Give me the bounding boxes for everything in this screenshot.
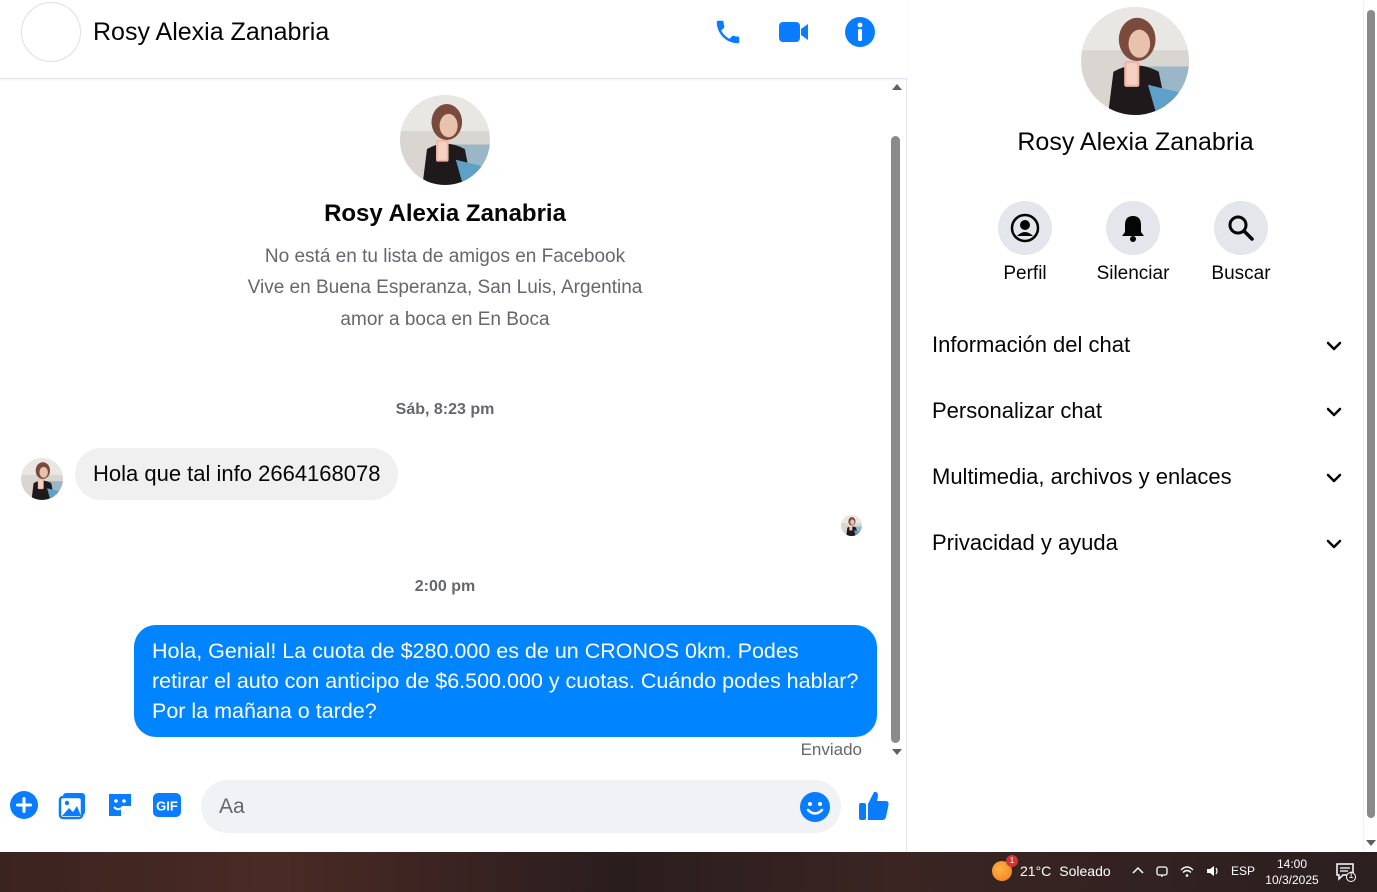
- seen-indicator-avatar: [841, 515, 862, 536]
- chevron-down-icon: [1326, 407, 1342, 417]
- message-input-box: [201, 780, 841, 833]
- search-label: Buscar: [1211, 263, 1271, 284]
- system-clock[interactable]: 14:00 10/3/2025: [1262, 856, 1322, 888]
- chevron-down-icon: [1326, 473, 1342, 483]
- chat-info-pane: Rosy Alexia Zanabria Perfil Silenciar Bu…: [908, 0, 1363, 852]
- message-input[interactable]: [201, 780, 791, 833]
- sun-icon: 1: [992, 855, 1018, 881]
- scroll-down-arrow-icon[interactable]: [892, 749, 902, 755]
- section-privacy-help[interactable]: Privacidad y ayuda: [932, 524, 1344, 564]
- section-label: Multimedia, archivos y enlaces: [932, 464, 1232, 489]
- sticker-icon[interactable]: [104, 789, 136, 821]
- chat-header: Rosy Alexia Zanabria: [0, 0, 907, 79]
- bell-icon[interactable]: [1106, 201, 1160, 255]
- outgoing-message-bubble[interactable]: Hola, Genial! La cuota de $280.000 es de…: [134, 625, 877, 737]
- plus-circle-icon[interactable]: [8, 789, 40, 821]
- section-label: Personalizar chat: [932, 398, 1102, 423]
- intro-location: Vive en Buena Esperanza, San Luis, Argen…: [247, 277, 643, 298]
- phone-icon[interactable]: [706, 12, 750, 52]
- chevron-down-icon: [1326, 539, 1342, 549]
- header-avatar[interactable]: [21, 2, 81, 62]
- chevron-up-icon[interactable]: [1131, 864, 1145, 881]
- message-composer: GIF: [0, 772, 907, 842]
- incoming-avatar[interactable]: [21, 458, 63, 500]
- info-icon[interactable]: [838, 12, 882, 52]
- scroll-down-arrow-icon[interactable]: [1366, 840, 1376, 846]
- chat-scrollbar[interactable]: [888, 80, 904, 762]
- search-icon[interactable]: [1214, 201, 1268, 255]
- thumbs-up-icon[interactable]: [856, 788, 892, 824]
- meet-now-icon[interactable]: [1155, 864, 1169, 881]
- clock-date: 10/3/2025: [1265, 873, 1319, 887]
- profile-label: Perfil: [1003, 263, 1047, 284]
- weather-temperature: 21°C: [1020, 863, 1052, 879]
- search-button[interactable]: Buscar: [1196, 201, 1286, 285]
- header-actions: [706, 12, 882, 52]
- volume-icon[interactable]: [1205, 864, 1221, 881]
- windows-taskbar: 1 21°C Soleado ESP 14:00 10/3/2025 1: [0, 852, 1377, 892]
- section-customize-chat[interactable]: Personalizar chat: [932, 392, 1344, 432]
- svg-text:GIF: GIF: [156, 799, 178, 814]
- weather-badge: 1: [1006, 855, 1018, 867]
- scroll-up-arrow-icon[interactable]: [892, 84, 902, 90]
- intro-avatar[interactable]: [400, 95, 490, 185]
- weather-condition: Soleado: [1059, 863, 1111, 879]
- language-indicator[interactable]: ESP: [1231, 864, 1255, 878]
- chevron-down-icon: [1326, 341, 1342, 351]
- page-scrollbar-thumb[interactable]: [1367, 10, 1375, 818]
- message-timestamp: 2:00 pm: [414, 578, 476, 595]
- incoming-message-bubble[interactable]: Hola que tal info 2664168078: [75, 448, 399, 500]
- notification-count: 1: [1348, 870, 1354, 880]
- notification-center-icon[interactable]: 1: [1335, 862, 1357, 882]
- system-tray: [1131, 864, 1221, 881]
- section-chat-info[interactable]: Información del chat: [932, 326, 1344, 366]
- wifi-icon[interactable]: [1179, 864, 1195, 881]
- section-label: Información del chat: [932, 332, 1131, 357]
- weather-widget[interactable]: 1 21°C Soleado: [992, 855, 1111, 881]
- gif-icon[interactable]: GIF: [151, 789, 183, 821]
- section-media-files-links[interactable]: Multimedia, archivos y enlaces: [932, 458, 1344, 498]
- page-scrollbar[interactable]: [1363, 0, 1377, 852]
- emoji-icon[interactable]: [799, 791, 831, 823]
- profile-icon[interactable]: [998, 201, 1052, 255]
- intro-friend-status: No está en tu lista de amigos en Faceboo…: [264, 246, 626, 267]
- video-camera-icon[interactable]: [772, 12, 816, 52]
- message-thread[interactable]: Rosy Alexia Zanabria No está en tu lista…: [0, 80, 907, 772]
- message-timestamp: Sáb, 8:23 pm: [395, 401, 495, 418]
- intro-contact-name[interactable]: Rosy Alexia Zanabria: [0, 200, 890, 228]
- mute-label: Silenciar: [1096, 263, 1170, 284]
- scrollbar-thumb[interactable]: [891, 136, 900, 743]
- mute-button[interactable]: Silenciar: [1088, 201, 1178, 285]
- chat-pane: Rosy Alexia Zanabria Rosy Alexia Zanabri…: [0, 0, 907, 852]
- header-contact-name[interactable]: Rosy Alexia Zanabria: [93, 18, 329, 47]
- intro-bio: amor a boca en En Boca: [340, 309, 550, 330]
- section-label: Privacidad y ayuda: [932, 530, 1118, 555]
- info-avatar[interactable]: [1081, 7, 1189, 115]
- sent-status: Enviado: [800, 740, 862, 759]
- clock-time: 14:00: [1276, 857, 1308, 871]
- profile-button[interactable]: Perfil: [980, 201, 1070, 285]
- photo-icon[interactable]: [57, 789, 89, 821]
- info-contact-name: Rosy Alexia Zanabria: [1017, 128, 1254, 156]
